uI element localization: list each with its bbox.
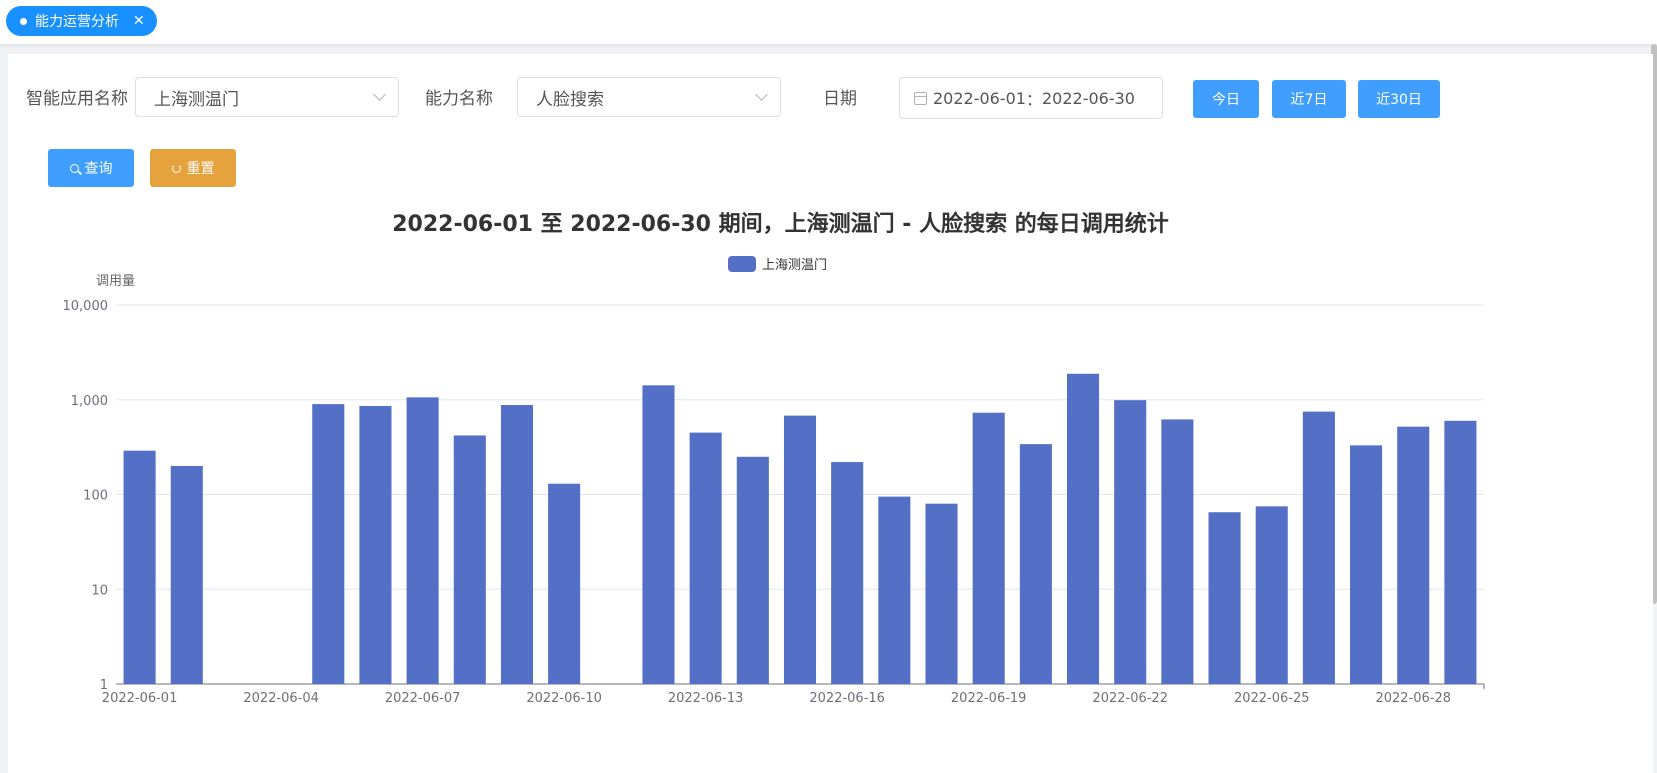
- bar: [878, 496, 911, 684]
- x-tick-label: 2022-06-16: [809, 691, 885, 706]
- y-axis-label: 调用量: [96, 274, 135, 289]
- last-30-days-label: 近30日: [1376, 92, 1422, 108]
- bar: [1208, 512, 1241, 684]
- bar: [1161, 419, 1194, 684]
- bar: [359, 405, 392, 684]
- date-separator: ：: [1025, 90, 1042, 109]
- bar: [736, 456, 769, 684]
- last-7-days-button[interactable]: 近7日: [1272, 80, 1346, 118]
- bar: [783, 415, 817, 684]
- bar: [1350, 445, 1383, 684]
- x-tick-label: 2022-06-07: [385, 691, 461, 706]
- app-name-label: 智能应用名称: [26, 89, 128, 109]
- y-tick-label: 10: [91, 583, 108, 598]
- bar: [1114, 400, 1147, 684]
- search-icon: [69, 163, 79, 173]
- y-tick-label: 10,000: [63, 299, 109, 314]
- bar: [642, 385, 675, 684]
- bar: [123, 450, 156, 684]
- x-tick-label: 2022-06-13: [668, 691, 744, 706]
- y-tick-label: 100: [83, 489, 108, 504]
- bar: [500, 405, 534, 684]
- chart-title: 2022-06-01 至 2022-06-30 期间，上海测温门 - 人脸搜索 …: [392, 212, 1169, 237]
- x-tick-label: 2022-06-25: [1234, 691, 1310, 706]
- bar: [689, 432, 722, 684]
- bar: [1397, 426, 1430, 684]
- reset-button[interactable]: 重置: [150, 149, 236, 187]
- close-icon[interactable]: ✕: [133, 13, 145, 29]
- bar: [1066, 373, 1100, 684]
- date-end[interactable]: 2022-06-30: [1042, 89, 1135, 108]
- x-tick-label: 2022-06-04: [243, 691, 319, 706]
- x-tick-label: 2022-06-19: [951, 691, 1027, 706]
- bar-chart: 调用量1101001,00010,0002022-06-01 2022-06-04…: [63, 274, 1485, 706]
- bar: [170, 465, 203, 684]
- chevron-down-icon: [373, 88, 386, 101]
- bar: [406, 397, 439, 684]
- ability-name-select[interactable]: 人脸搜索: [517, 77, 781, 117]
- ability-name-value: 人脸搜索: [536, 89, 604, 110]
- today-button[interactable]: 今日: [1193, 80, 1259, 118]
- date-label: 日期: [823, 89, 857, 109]
- bar: [1444, 420, 1477, 684]
- bar: [453, 435, 486, 684]
- y-tick-label: 1,000: [71, 394, 108, 409]
- today-button-label: 今日: [1212, 92, 1240, 108]
- app-name-select[interactable]: 上海测温门: [135, 77, 399, 117]
- x-tick-label: 2022-06-01: [102, 691, 178, 706]
- x-tick-label: 2022-06-28: [1375, 691, 1451, 706]
- search-button[interactable]: 查询: [48, 149, 134, 187]
- bar: [972, 412, 1005, 684]
- app-name-value: 上海测温门: [154, 89, 239, 110]
- tab-bar: 能力运营分析 ✕: [0, 0, 1657, 45]
- calendar-icon: [914, 91, 927, 105]
- tab-label: 能力运营分析: [35, 14, 119, 30]
- bar: [548, 483, 581, 684]
- bar: [1302, 411, 1335, 684]
- bar: [831, 462, 864, 684]
- search-button-label: 查询: [84, 161, 113, 177]
- chevron-down-icon: [755, 88, 768, 101]
- last-30-days-button[interactable]: 近30日: [1358, 80, 1440, 118]
- reset-button-label: 重置: [186, 161, 215, 177]
- date-start[interactable]: 2022-06-01: [933, 89, 1026, 108]
- main-panel: 智能应用名称 上海测温门 能力名称 人脸搜索 日期 2022-06-01 ： 2…: [8, 54, 1653, 773]
- bar: [1019, 444, 1052, 684]
- bar: [925, 503, 958, 684]
- date-range-picker[interactable]: 2022-06-01 ： 2022-06-30: [899, 77, 1163, 119]
- x-tick-label: 2022-06-22: [1092, 691, 1168, 706]
- bar: [312, 404, 345, 684]
- tab-dot-icon: [20, 17, 27, 25]
- bar: [1255, 506, 1288, 684]
- tab-ability-analysis[interactable]: 能力运营分析 ✕: [6, 6, 157, 36]
- x-tick-label: 2022-06-10: [526, 691, 602, 706]
- last-7-days-label: 近7日: [1290, 92, 1328, 108]
- ability-name-label: 能力名称: [425, 89, 493, 109]
- refresh-icon: [171, 163, 181, 173]
